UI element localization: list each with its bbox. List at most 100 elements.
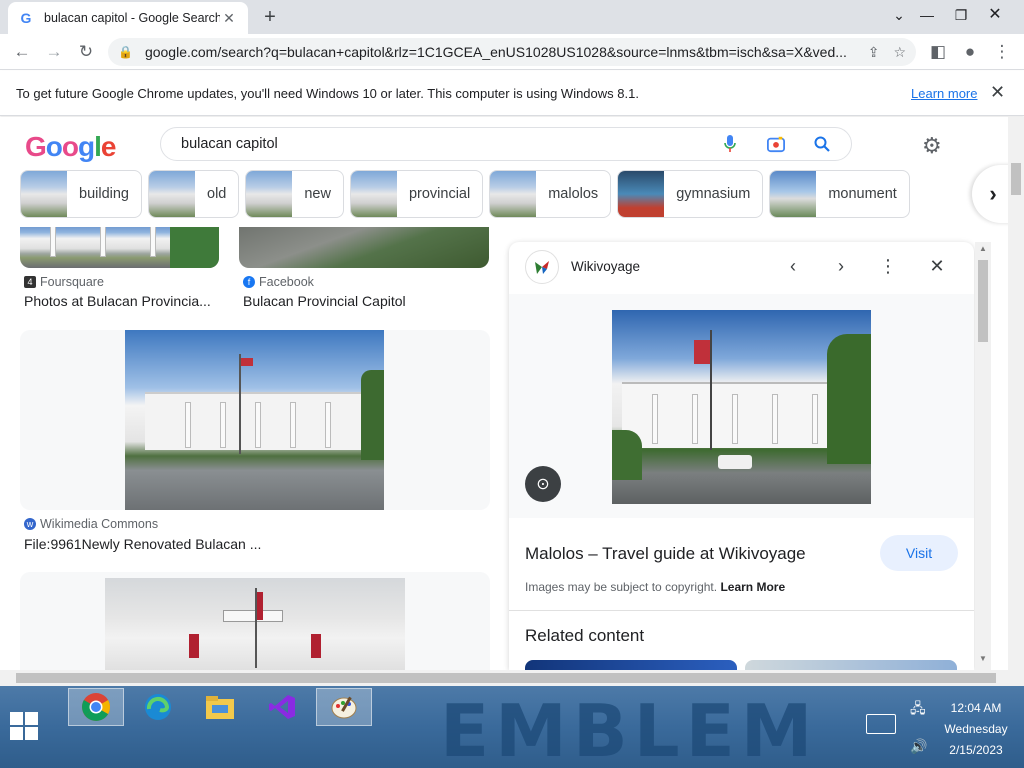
tab-close-icon[interactable]: ✕ [220,10,238,27]
copyright-learn-more-link[interactable]: Learn More [720,580,785,594]
infobar-message: To get future Google Chrome updates, you… [16,86,639,101]
panel-header: Wikivoyage ‹ › ⋮ ✕ [509,242,974,294]
google-logo[interactable]: Google [25,131,116,163]
chip-thumbnail [490,171,537,217]
facebook-icon: f [243,276,255,288]
lock-icon[interactable]: 🔒 [118,45,133,59]
result-image-1[interactable] [20,227,219,268]
settings-gear-icon[interactable]: ⚙ [922,133,942,159]
related-thumbnail-2[interactable] [745,660,957,670]
search-box[interactable]: bulacan capitol [160,127,852,161]
panel-site-name[interactable]: Wikivoyage [571,259,640,274]
visit-button[interactable]: Visit [880,535,958,571]
result-title-2[interactable]: Bulacan Provincial Capitol [243,293,406,309]
horizontal-scroll-thumb[interactable] [16,673,996,683]
chip-label: monument [828,186,897,202]
image-preview-panel: Wikivoyage ‹ › ⋮ ✕ ⊙ Malolos – Travel gu… [509,242,974,670]
wikivoyage-icon[interactable] [525,250,559,284]
menu-kebab-icon[interactable]: ⋮ [990,40,1014,64]
profile-avatar-icon[interactable]: ● [958,40,982,64]
panel-title[interactable]: Malolos – Travel guide at Wikivoyage [525,544,806,564]
result-image-3[interactable] [125,330,384,510]
chip-building[interactable]: building [20,170,142,218]
chip-malolos[interactable]: malolos [489,170,612,218]
result-source-2[interactable]: f Facebook [243,275,314,289]
chip-thumbnail [246,171,293,217]
chip-label: provincial [408,186,471,202]
result-source-1[interactable]: 4 Foursquare [24,275,104,289]
network-icon[interactable]: 🖧 [910,698,926,722]
next-chevron-icon[interactable]: › [829,256,853,277]
back-button[interactable]: ← [10,40,34,64]
chip-thumbnail [618,171,665,217]
reload-button[interactable]: ↻ [74,40,98,64]
edge-taskbar-icon[interactable] [130,688,186,726]
copyright-notice: Images may be subject to copyright. Lear… [525,580,785,594]
related-thumbnail-1[interactable] [525,660,737,670]
panel-scrollbar[interactable]: ▲ ▼ [975,242,991,670]
chip-provincial[interactable]: provincial [349,170,484,218]
scroll-up-arrow-icon[interactable]: ▲ [979,244,987,253]
panel-scroll-thumb[interactable] [978,260,988,342]
infobar-close-icon[interactable]: ✕ [990,82,1005,103]
panel-divider [509,610,974,611]
clock-day: Wednesday [944,722,1008,736]
tab-title: bulacan capitol - Google Search [44,11,220,25]
previous-chevron-icon[interactable]: ‹ [781,256,805,277]
result-image-4[interactable] [105,578,405,670]
paint-taskbar-icon[interactable] [316,688,372,726]
chrome-taskbar-icon[interactable] [68,688,124,726]
window-close-button[interactable]: ✕ [978,0,1012,30]
volume-icon[interactable]: 🔊 [910,738,927,755]
chip-thumbnail [770,171,817,217]
bookmark-star-icon[interactable]: ☆ [893,44,906,61]
chip-new[interactable]: new [245,170,344,218]
page-vertical-scrollbar[interactable] [1008,117,1024,670]
url-text: google.com/search?q=bulacan+capitol&rlz=… [144,44,847,60]
restore-button[interactable]: ❐ [944,0,978,30]
chip-label: gymnasium [676,186,751,202]
source-label: Wikimedia Commons [40,517,159,531]
panel-image-area: ⊙ [509,294,974,518]
system-clock[interactable]: 12:04 AM Wednesday 2/15/2023 [936,698,1016,761]
result-source-3[interactable]: w Wikimedia Commons [24,517,158,531]
panel-close-icon[interactable]: ✕ [925,256,949,277]
learn-more-link[interactable]: Learn more [911,86,977,101]
result-title-3[interactable]: File:9961Newly Renovated Bulacan ... [24,536,261,552]
chip-monument[interactable]: monument [769,170,910,218]
google-header: Google bulacan capitol ⚙ building old ne… [0,117,1014,227]
chip-label: building [79,186,129,202]
minimize-button[interactable]: — [910,0,944,30]
browser-tab[interactable]: G bulacan capitol - Google Search ✕ [8,2,248,34]
windows-start-icon[interactable] [10,712,38,740]
result-title-1[interactable]: Photos at Bulacan Provincia... [24,293,211,309]
related-chips: building old new provincial malolos gymn… [20,170,916,218]
result-image-2[interactable] [239,227,489,268]
chip-label: new [304,186,331,202]
share-icon[interactable]: ⇪ [868,44,880,61]
page-scroll-thumb[interactable] [1011,163,1021,195]
chip-old[interactable]: old [148,170,240,218]
panel-preview-image[interactable] [612,310,871,504]
new-tab-button[interactable]: + [258,6,282,30]
copyright-text: Images may be subject to copyright. [525,580,718,594]
forward-button[interactable]: → [42,40,66,64]
visual-studio-taskbar-icon[interactable] [254,688,310,726]
scroll-down-arrow-icon[interactable]: ▼ [979,654,987,663]
lens-search-icon[interactable]: ⊙ [525,466,561,502]
file-explorer-taskbar-icon[interactable] [192,688,248,726]
source-label: Foursquare [40,275,104,289]
related-content-heading: Related content [525,626,645,645]
touch-keyboard-icon[interactable] [866,714,896,734]
more-options-icon[interactable]: ⋮ [876,256,900,277]
side-panel-icon[interactable]: ◧ [926,40,950,64]
address-bar[interactable]: 🔒 google.com/search?q=bulacan+capitol&rl… [108,38,916,66]
clock-time: 12:04 AM [950,701,1002,715]
browser-toolbar: ← → ↻ 🔒 google.com/search?q=bulacan+capi… [0,34,1024,70]
microphone-icon[interactable] [721,135,739,153]
lens-camera-icon[interactable] [767,135,785,153]
search-icon[interactable] [813,135,831,153]
search-input[interactable]: bulacan capitol [181,136,693,152]
page-horizontal-scrollbar[interactable] [0,670,1024,686]
chip-gymnasium[interactable]: gymnasium [617,170,764,218]
